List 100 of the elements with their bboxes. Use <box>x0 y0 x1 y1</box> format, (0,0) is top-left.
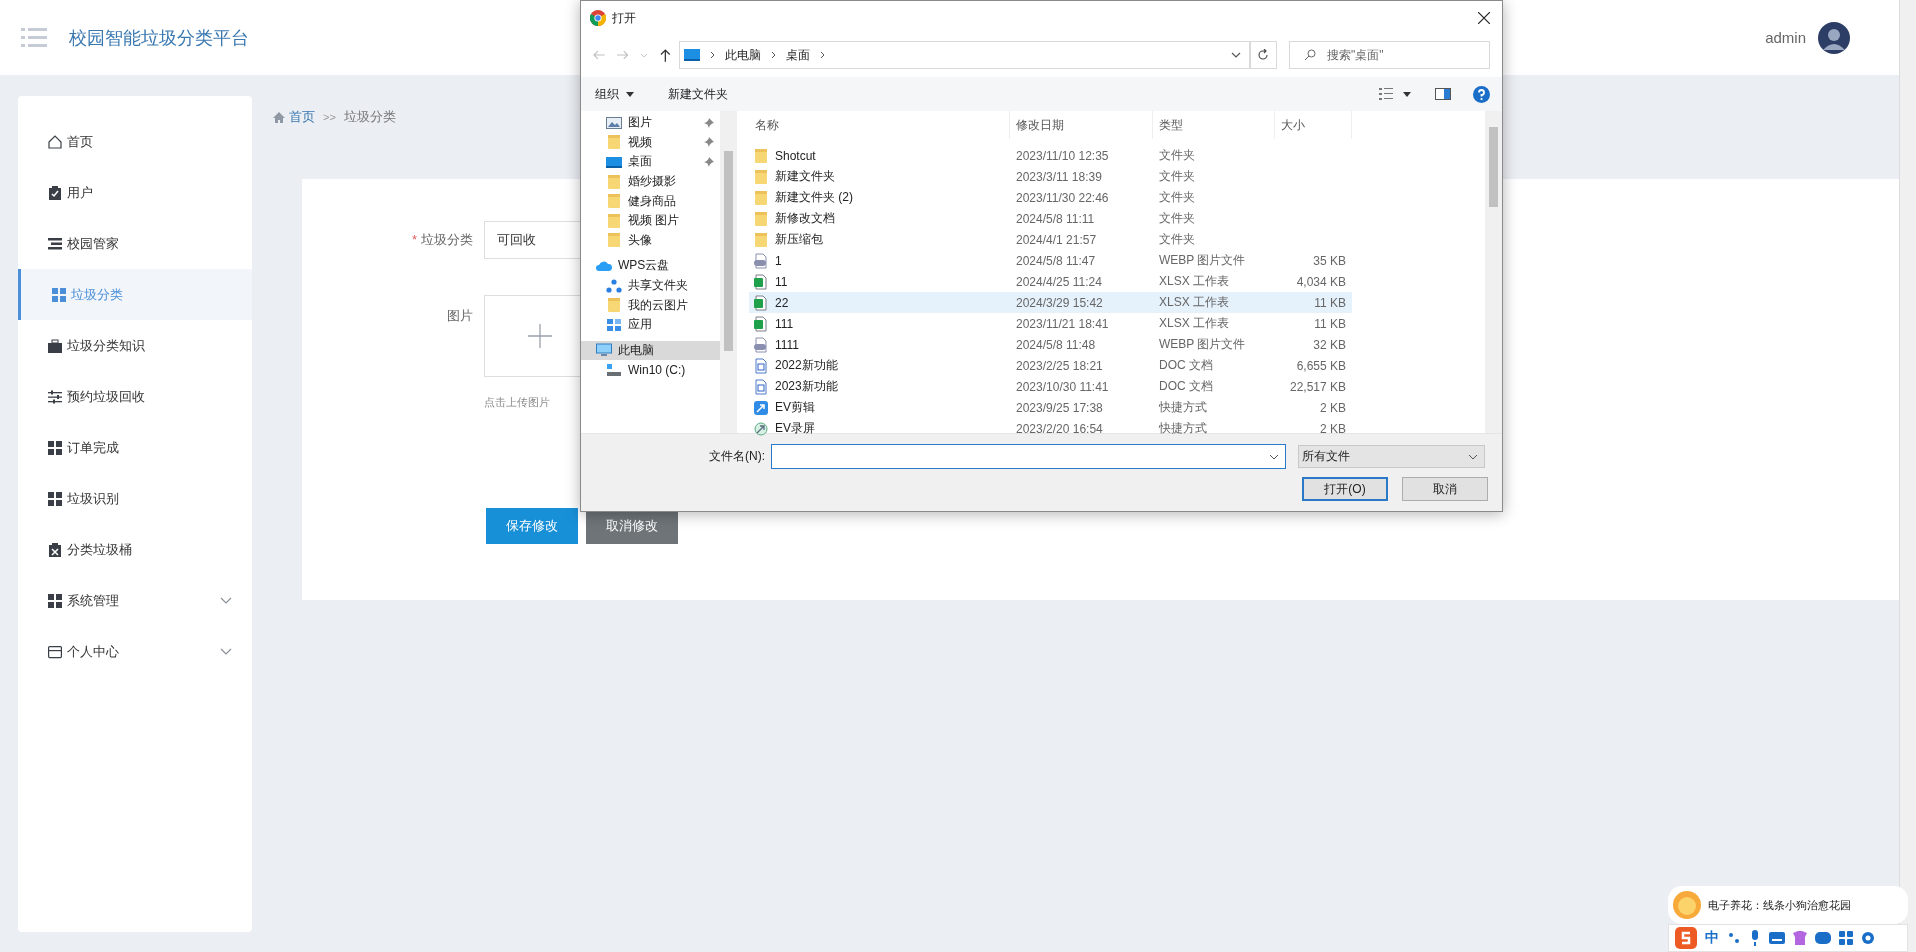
sidebar-item[interactable]: 垃圾识别 <box>18 473 252 524</box>
sidebar-item[interactable]: 首页 <box>18 116 252 167</box>
sidebar-item[interactable]: 用户 <box>18 167 252 218</box>
breadcrumb-link[interactable]: 首页 <box>289 108 315 126</box>
folder-icon <box>606 174 622 189</box>
up-arrow-icon[interactable] <box>660 48 671 62</box>
path-segment[interactable]: 此电脑 <box>724 46 761 64</box>
scrollbar[interactable] <box>1485 111 1502 433</box>
preview-pane-icon[interactable] <box>1435 88 1451 100</box>
close-icon[interactable] <box>1478 12 1490 24</box>
file-row[interactable]: 新压缩包 2024/4/1 21:57 文件夹 <box>749 229 1352 250</box>
file-row[interactable]: Shotcut 2023/11/10 12:35 文件夹 <box>749 145 1352 166</box>
required-mark: * <box>411 232 417 247</box>
nav-item[interactable]: 头像 <box>581 230 720 251</box>
chevron-down-icon <box>220 596 232 605</box>
view-options-icon[interactable] <box>1379 88 1393 100</box>
scrollbar[interactable] <box>720 111 737 433</box>
breadcrumb-separator: >> <box>323 111 336 123</box>
file-row[interactable]: 新建文件夹 (2) 2023/11/30 22:46 文件夹 <box>749 187 1352 208</box>
spreadsheet-icon <box>753 273 769 290</box>
sidebar-item[interactable]: 垃圾分类知识 <box>18 320 252 371</box>
refresh-button[interactable] <box>1249 41 1277 69</box>
settings-icon[interactable] <box>1861 931 1875 945</box>
nav-item[interactable]: Win10 (C:) <box>581 360 720 380</box>
nav-item[interactable]: 此电脑 <box>581 340 720 361</box>
nav-item[interactable]: WPS云盘 <box>581 256 720 276</box>
folder-icon <box>753 147 769 164</box>
ime-logo-icon[interactable] <box>1675 927 1697 949</box>
cancel-button[interactable]: 取消 <box>1402 477 1488 501</box>
file-row[interactable]: 2022新功能 2023/2/25 18:21 DOC 文档 6,655 KB <box>749 355 1352 376</box>
file-row[interactable]: EV剪辑 2023/9/25 17:38 快捷方式 2 KB <box>749 397 1352 418</box>
file-type-dropdown[interactable]: 所有文件 <box>1298 445 1485 468</box>
file-type: WEBP 图片文件 <box>1158 252 1247 269</box>
menu-item-icon <box>48 236 62 251</box>
shortcut-icon <box>753 420 769 437</box>
file-name: 新压缩包 <box>775 231 823 248</box>
sidebar-item[interactable]: 个人中心 <box>18 626 252 677</box>
nav-item[interactable]: 共享文件夹 <box>581 275 720 296</box>
file-name: 111 <box>775 316 794 331</box>
chevron-down-icon <box>1468 453 1478 460</box>
nav-item[interactable]: 婚纱摄影 <box>581 171 720 192</box>
column-header[interactable]: 修改日期 <box>1010 111 1153 139</box>
file-type: 文件夹 <box>1158 147 1196 164</box>
nav-item[interactable]: 图片 <box>581 113 720 133</box>
file-date: 2023/11/10 12:35 <box>1015 148 1110 163</box>
ime-mode[interactable]: 中 <box>1705 929 1719 947</box>
file-type: DOC 文档 <box>1158 378 1214 395</box>
image-file-icon <box>753 336 769 353</box>
sidebar-item[interactable]: 订单完成 <box>18 422 252 473</box>
file-size: 22,517 KB <box>1288 379 1347 394</box>
file-row[interactable]: 22 2024/3/29 15:42 XLSX 工作表 11 KB <box>749 292 1352 313</box>
skin-icon[interactable] <box>1793 931 1807 945</box>
user-name[interactable]: admin <box>1765 29 1806 46</box>
nav-item[interactable]: 视频 图片 <box>581 210 720 231</box>
column-header[interactable]: 名称 <box>749 111 1010 139</box>
file-row[interactable]: EV录屏 2023/2/20 16:54 快捷方式 2 KB <box>749 418 1352 439</box>
sidebar-item[interactable]: 系统管理 <box>18 575 252 626</box>
file-row[interactable]: 1111 2024/5/8 11:48 WEBP 图片文件 32 KB <box>749 334 1352 355</box>
file-row[interactable]: 11 2024/4/25 11:24 XLSX 工作表 4,034 KB <box>749 271 1352 292</box>
open-button[interactable]: 打开(O) <box>1302 477 1388 501</box>
app-title: 校园智能垃圾分类平台 <box>69 26 249 50</box>
file-row[interactable]: 新建文件夹 2023/3/11 18:39 文件夹 <box>749 166 1352 187</box>
punctuation-icon[interactable] <box>1727 931 1741 945</box>
new-folder-button[interactable]: 新建文件夹 <box>662 81 734 107</box>
nav-item[interactable]: 我的云图片 <box>581 295 720 315</box>
column-header[interactable]: 类型 <box>1153 111 1275 139</box>
search-field[interactable]: 搜索"桌面" <box>1289 41 1490 69</box>
keyboard-icon[interactable] <box>1769 932 1785 944</box>
chevron-down-icon[interactable] <box>1230 52 1241 58</box>
file-size: 2 KB <box>1319 400 1347 415</box>
help-icon[interactable] <box>1473 85 1490 103</box>
file-row[interactable]: 新修改文档 2024/5/8 11:11 文件夹 <box>749 208 1352 229</box>
grid-icon[interactable] <box>1839 931 1853 945</box>
file-date: 2023/11/30 22:46 <box>1015 190 1110 205</box>
file-name: EV录屏 <box>775 420 815 437</box>
scrollbar[interactable] <box>1899 0 1916 952</box>
file-type: DOC 文档 <box>1158 357 1214 374</box>
sun-icon <box>1672 890 1702 920</box>
nav-item[interactable]: 应用 <box>581 314 720 335</box>
sidebar-item[interactable]: 分类垃圾桶 <box>18 524 252 575</box>
file-row[interactable]: 111 2023/11/21 18:41 XLSX 工作表 11 KB <box>749 313 1352 334</box>
avatar-icon[interactable] <box>1818 21 1850 54</box>
address-bar[interactable]: 此电脑 桌面 <box>678 41 1250 69</box>
nav-item[interactable]: 视频 <box>581 132 720 153</box>
nav-item[interactable]: 健身商品 <box>581 191 720 211</box>
file-row[interactable]: 2023新功能 2023/10/30 11:41 DOC 文档 22,517 KB <box>749 376 1352 397</box>
organize-menu[interactable]: 组织 <box>589 81 640 107</box>
sidebar-item[interactable]: 校园管家 <box>18 218 252 269</box>
sidebar-item[interactable]: 预约垃圾回收 <box>18 371 252 422</box>
column-header[interactable]: 大小 <box>1275 111 1352 139</box>
microphone-icon[interactable] <box>1749 930 1761 946</box>
spreadsheet-icon <box>753 315 769 332</box>
gamepad-icon[interactable] <box>1815 932 1831 944</box>
caret-icon[interactable] <box>1403 91 1411 97</box>
file-row[interactable]: 1 2024/5/8 11:47 WEBP 图片文件 35 KB <box>749 250 1352 271</box>
filename-field[interactable] <box>771 444 1286 469</box>
ime-tip[interactable]: 电子养花：线条小狗治愈花园 <box>1668 886 1908 924</box>
nav-item[interactable]: 桌面 <box>581 152 720 172</box>
menu-item-icon <box>48 185 62 200</box>
path-segment[interactable]: 桌面 <box>785 46 810 64</box>
